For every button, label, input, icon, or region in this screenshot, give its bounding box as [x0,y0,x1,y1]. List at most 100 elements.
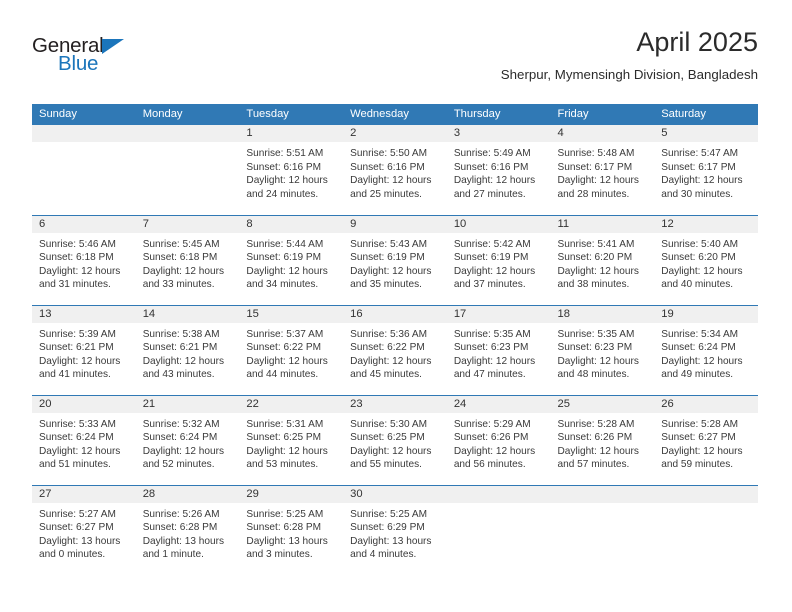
calendar-day-cell[interactable]: 12 Sunrise: 5:40 AM Sunset: 6:20 PM Dayligh… [654,214,758,305]
calendar-day-cell[interactable]: 10 Sunrise: 5:42 AM Sunset: 6:19 PM Dayligh… [446,214,551,305]
sunrise-text: Sunrise: 5:47 AM [661,148,739,159]
day-details: Sunrise: 5:31 AM Sunset: 6:25 PM Daylight:… [239,413,343,472]
day-details: Sunrise: 5:44 AM Sunset: 6:19 PM Daylight:… [239,233,343,292]
sunset-text: Sunset: 6:18 PM [39,252,114,264]
calendar-day-cell[interactable]: 20 Sunrise: 5:33 AM Sunset: 6:24 PM Dayligh… [32,394,136,485]
day-number: 8 [239,215,344,233]
day-details: Sunrise: 5:35 AM Sunset: 6:23 PM Daylight:… [551,323,655,382]
sunset-text: Sunset: 6:16 PM [350,161,425,173]
daylight-text-line2: and 48 minutes. [557,369,630,381]
general-blue-logo: General Blue [32,35,152,84]
daylight-text-line2: and 56 minutes. [453,459,526,471]
weekday-header-friday: Friday [550,104,655,125]
sunset-text: Sunset: 6:29 PM [350,522,425,534]
calendar-day-cell[interactable]: 25 Sunrise: 5:28 AM Sunset: 6:26 PM Dayligh… [550,394,655,485]
sunset-text: Sunset: 6:25 PM [350,432,425,444]
sunset-text: Sunset: 6:27 PM [39,522,114,534]
daylight-text-line1: Daylight: 12 hours [350,265,432,277]
calendar-day-cell[interactable]: 6 Sunrise: 5:46 AM Sunset: 6:18 PM Daylight… [32,214,136,305]
calendar-day-cell[interactable]: 1 Sunrise: 5:51 AM Sunset: 6:16 PM Daylight… [239,125,344,215]
day-details: Sunrise: 5:46 AM Sunset: 6:18 PM Daylight:… [32,233,136,292]
weekday-header-tuesday: Tuesday [239,104,344,125]
calendar-day-cell[interactable]: 15 Sunrise: 5:37 AM Sunset: 6:22 PM Dayligh… [239,304,344,395]
daylight-text-line1: Daylight: 12 hours [557,265,639,277]
sunrise-text: Sunrise: 5:31 AM [246,418,324,430]
calendar-day-cell[interactable]: 26 Sunrise: 5:28 AM Sunset: 6:27 PM Dayligh… [654,394,758,485]
weekday-header-monday: Monday [135,104,240,125]
calendar-day-cell-empty [654,484,758,575]
day-details: Sunrise: 5:48 AM Sunset: 6:17 PM Daylight:… [551,142,655,201]
sunset-text: Sunset: 6:28 PM [246,522,322,534]
sunrise-text: Sunrise: 5:39 AM [39,328,116,340]
day-number: 3 [446,125,551,142]
calendar-day-cell[interactable]: 2 Sunrise: 5:50 AM Sunset: 6:16 PM Daylight… [343,125,447,215]
sunset-text: Sunset: 6:23 PM [557,342,633,354]
day-number: 21 [135,395,240,413]
calendar-day-cell[interactable]: 13 Sunrise: 5:39 AM Sunset: 6:21 PM Dayligh… [32,304,136,395]
day-number: 6 [32,215,136,233]
day-details: Sunrise: 5:41 AM Sunset: 6:20 PM Daylight:… [551,233,655,292]
sunrise-text: Sunrise: 5:49 AM [453,148,531,159]
sunrise-text: Sunrise: 5:51 AM [246,148,324,159]
daylight-text-line1: Daylight: 12 hours [661,175,743,187]
calendar-day-cell[interactable]: 19 Sunrise: 5:34 AM Sunset: 6:24 PM Dayligh… [654,304,758,395]
logo-triangle-icon [102,38,124,54]
calendar-day-cell[interactable]: 16 Sunrise: 5:36 AM Sunset: 6:22 PM Dayligh… [343,304,447,395]
calendar-header-row-group: Sunday Monday Tuesday Wednesday Thursday… [32,104,758,125]
calendar-day-cell[interactable]: 22 Sunrise: 5:31 AM Sunset: 6:25 PM Dayligh… [239,394,344,485]
title-block: April 2025 Sherpur, Mymensingh Division,… [501,28,758,83]
day-details: Sunrise: 5:39 AM Sunset: 6:21 PM Daylight:… [32,323,136,382]
daylight-text-line1: Daylight: 12 hours [661,265,743,277]
daylight-text-line2: and 43 minutes. [142,369,215,381]
daylight-text-line1: Daylight: 12 hours [661,355,743,367]
calendar-day-cell[interactable]: 11 Sunrise: 5:41 AM Sunset: 6:20 PM Dayligh… [550,214,655,305]
daylight-text-line2: and 57 minutes. [557,459,630,471]
day-number: 20 [32,395,136,413]
sunset-text: Sunset: 6:19 PM [246,252,322,264]
day-number: 28 [135,485,240,503]
day-number [654,485,758,503]
daylight-text-line2: and 24 minutes. [246,188,319,200]
sunset-text: Sunset: 6:23 PM [453,342,529,354]
calendar-day-cell-empty [446,484,551,575]
day-details: Sunrise: 5:51 AM Sunset: 6:16 PM Daylight:… [239,142,343,201]
day-details: Sunrise: 5:50 AM Sunset: 6:16 PM Daylight:… [343,142,447,201]
calendar-day-cell[interactable]: 4 Sunrise: 5:48 AM Sunset: 6:17 PM Daylight… [550,125,655,215]
calendar-day-cell[interactable]: 28 Sunrise: 5:26 AM Sunset: 6:28 PM Dayligh… [135,484,240,575]
sunrise-text: Sunrise: 5:44 AM [246,238,324,250]
daylight-text-line1: Daylight: 12 hours [142,355,225,367]
daylight-text-line1: Daylight: 12 hours [453,445,536,457]
calendar-day-cell[interactable]: 8 Sunrise: 5:44 AM Sunset: 6:19 PM Daylight… [239,214,344,305]
calendar-day-cell[interactable]: 27 Sunrise: 5:27 AM Sunset: 6:27 PM Dayligh… [32,484,136,575]
day-number [550,485,655,503]
day-details: Sunrise: 5:32 AM Sunset: 6:24 PM Daylight:… [136,413,240,472]
calendar-day-cell[interactable]: 21 Sunrise: 5:32 AM Sunset: 6:24 PM Dayligh… [135,394,240,485]
calendar-day-cell[interactable]: 3 Sunrise: 5:49 AM Sunset: 6:16 PM Daylight… [446,125,551,215]
calendar-day-cell[interactable]: 7 Sunrise: 5:45 AM Sunset: 6:18 PM Daylight… [135,214,240,305]
calendar-day-cell[interactable]: 17 Sunrise: 5:35 AM Sunset: 6:23 PM Dayligh… [446,304,551,395]
weekday-header-row: Sunday Monday Tuesday Wednesday Thursday… [32,104,758,125]
calendar-day-cell[interactable]: 5 Sunrise: 5:47 AM Sunset: 6:17 PM Daylight… [654,125,758,215]
calendar-day-cell[interactable]: 30 Sunrise: 5:25 AM Sunset: 6:29 PM Dayligh… [343,484,447,575]
calendar-day-cell[interactable]: 18 Sunrise: 5:35 AM Sunset: 6:23 PM Dayligh… [550,304,655,395]
sunset-text: Sunset: 6:24 PM [661,342,736,354]
daylight-text-line1: Daylight: 12 hours [350,175,432,187]
day-details: Sunrise: 5:26 AM Sunset: 6:28 PM Daylight:… [136,503,240,562]
calendar-day-cell[interactable]: 9 Sunrise: 5:43 AM Sunset: 6:19 PM Daylight… [343,214,447,305]
day-number: 11 [550,215,655,233]
day-details: Sunrise: 5:33 AM Sunset: 6:24 PM Daylight:… [32,413,136,472]
daylight-text-line1: Daylight: 12 hours [557,355,639,367]
calendar-day-cell[interactable]: 23 Sunrise: 5:30 AM Sunset: 6:25 PM Dayligh… [343,394,447,485]
day-details: Sunrise: 5:30 AM Sunset: 6:25 PM Daylight:… [343,413,447,472]
daylight-text-line2: and 49 minutes. [661,369,734,381]
sunset-text: Sunset: 6:26 PM [557,432,633,444]
daylight-text-line2: and 1 minute. [142,549,204,561]
daylight-text-line2: and 33 minutes. [142,279,215,291]
calendar-body: 1 Sunrise: 5:51 AM Sunset: 6:16 PM Daylight… [32,125,758,575]
calendar-day-cell[interactable]: 14 Sunrise: 5:38 AM Sunset: 6:21 PM Dayligh… [135,304,240,395]
calendar-day-cell[interactable]: 29 Sunrise: 5:25 AM Sunset: 6:28 PM Dayligh… [239,484,344,575]
sunset-text: Sunset: 6:20 PM [661,252,736,264]
calendar-day-cell[interactable]: 24 Sunrise: 5:29 AM Sunset: 6:26 PM Dayligh… [446,394,551,485]
day-details: Sunrise: 5:28 AM Sunset: 6:27 PM Daylight:… [654,413,758,472]
day-number: 5 [654,125,758,142]
